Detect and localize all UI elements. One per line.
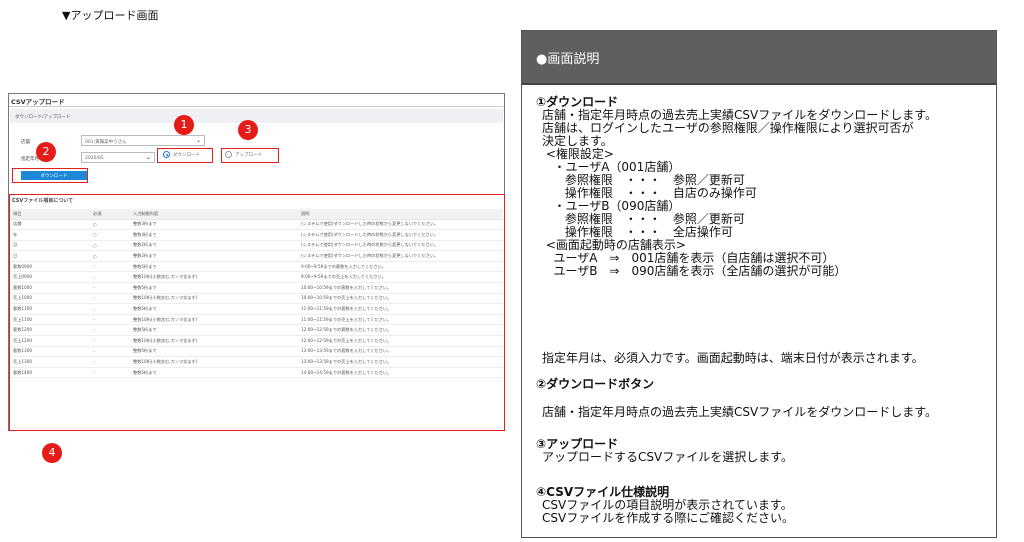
section-header: ダウンロード/アップロード	[10, 109, 503, 123]
section-1-body: 店舗・指定年月時点の過去売上実績CSVファイルをダウンロードします。 店舗は、ロ…	[542, 108, 938, 278]
marker-2: 2	[36, 142, 56, 162]
month-select[interactable]: 2020/05 ⌄	[81, 152, 155, 163]
title-divider	[9, 106, 504, 107]
chevron-down-icon: ⌄	[195, 137, 201, 144]
page-heading: ▼アップロード画面	[62, 9, 159, 22]
upload-screen-screenshot: CSVアップロード ダウンロード/アップロード 店舗 001:黄霧菜中うさん ⌄…	[8, 93, 505, 431]
store-select[interactable]: 001:黄霧菜中うさん ⌄	[81, 135, 205, 146]
section-1-note: 指定年月は、必須入力です。画面起動時は、端末日付が表示されます。	[542, 351, 924, 365]
section-4-body: CSVファイルの項目説明が表示されています。 CSVファイルを作成する際にご確認…	[542, 498, 794, 525]
header-divider	[522, 83, 996, 85]
annotation-box-spec-table	[9, 194, 505, 431]
description-header: ●画面説明	[522, 31, 996, 83]
section-2-title: ②ダウンロードボタン	[536, 377, 655, 391]
store-label: 店舗	[21, 140, 30, 145]
marker-4: 4	[42, 443, 62, 463]
screen-title: CSVアップロード	[11, 98, 65, 106]
annotation-box-download-radio	[157, 148, 213, 163]
section-3-body: アップロードするCSVファイルを選択します。	[542, 450, 794, 464]
marker-3: 3	[238, 120, 258, 140]
month-select-value: 2020/05	[85, 156, 104, 161]
section-2-body: 店舗・指定年月時点の過去売上実績CSVファイルをダウンロードします。	[542, 405, 938, 419]
annotation-box-upload-radio	[221, 148, 279, 163]
description-panel: ●画面説明 ①ダウンロード 店舗・指定年月時点の過去売上実績CSVファイルをダウ…	[521, 30, 997, 538]
chevron-down-icon: ⌄	[145, 154, 151, 161]
marker-1: 1	[174, 115, 194, 135]
annotation-box-download-button	[12, 168, 88, 183]
store-select-value: 001:黄霧菜中うさん	[85, 140, 127, 145]
